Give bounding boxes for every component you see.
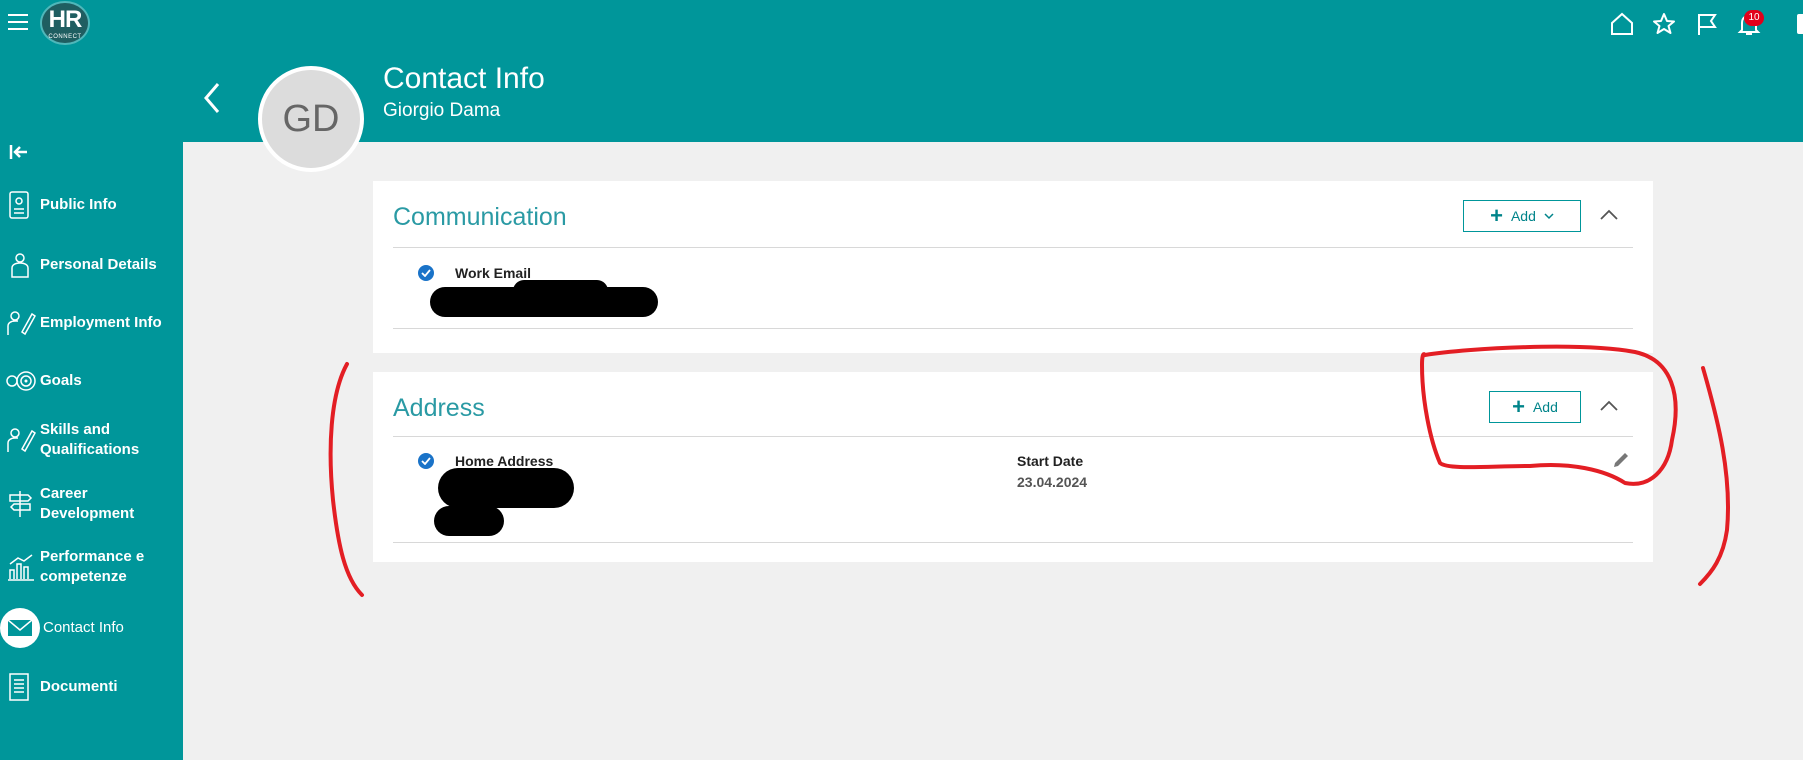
back-icon[interactable] [198,78,228,118]
notification-badge: 10 [1744,10,1764,26]
flag-icon[interactable] [1694,11,1720,37]
home-icon[interactable] [1609,11,1635,37]
sidebar-item-career-development[interactable]: Career Development [0,484,183,524]
document-icon [9,673,29,701]
start-date-label: Start Date [1017,453,1084,469]
start-date-value: 23.04.2024 [1017,474,1088,490]
sidebar-item-documenti[interactable]: Documenti [0,672,183,702]
annotation-left-bracket [328,362,364,597]
plus-icon: + [1490,203,1503,228]
address-title: Address [393,394,485,422]
top-bar: HR CONNECT 10 [0,0,1803,46]
add-button-label: Add [1510,208,1536,224]
sidebar-item-performance[interactable]: Performance e competenze [0,547,183,587]
id-card-icon [9,191,29,219]
sidebar-item-employment-info[interactable]: Employment Info [0,308,183,338]
envelope-icon [7,619,33,636]
annotation-right-bracket [1698,366,1731,586]
sidebar-item-contact-info[interactable]: Contact Info [0,608,183,648]
divider [393,542,1633,543]
active-item-marker [0,608,40,648]
sidebar-item-label: Documenti [40,678,118,695]
redacted-address-line-2 [434,506,504,536]
sidebar-item-label: Contact Info [43,619,124,636]
home-address-label: Home Address [455,453,554,469]
work-email-label: Work Email [455,265,531,281]
address-add-button[interactable]: + Add [1489,391,1581,423]
sidebar-item-goals[interactable]: Goals [0,366,183,396]
sidebar-item-label: Goals [40,372,82,389]
skills-icon [7,428,36,453]
redaction-mark [513,280,608,302]
sidebar-item-label: Performance e competenze [40,548,145,585]
app-logo[interactable]: HR CONNECT [40,1,90,45]
chart-bars-icon [8,554,34,581]
avatar: GD [258,66,364,172]
logo-text: HR [48,6,83,33]
redacted-address-line-1 [438,468,574,508]
menu-icon[interactable] [8,14,28,30]
logo-subtext: CONNECT [48,34,82,40]
communication-card: Communication + Add Work Email [373,181,1653,353]
sidebar-item-skills[interactable]: Skills and Qualifications [0,420,183,460]
sidebar-item-label: Personal Details [40,256,157,273]
edit-icon[interactable] [1611,450,1631,470]
check-icon [418,453,434,469]
sidebar-item-label: Career Development [40,485,135,522]
signpost-icon [9,491,33,517]
communication-title: Communication [393,203,567,231]
sidebar-item-personal-details[interactable]: Personal Details [0,250,183,280]
sidebar-item-public-info[interactable]: Public Info [0,190,183,220]
sidebar-item-label: Employment Info [40,314,162,331]
collapse-communication-icon[interactable] [1598,208,1620,222]
chevron-down-icon [1544,213,1554,220]
add-button-label: Add [1532,399,1558,415]
person-icon [11,253,29,278]
page-title: Contact Info [383,62,545,95]
divider [393,247,1633,248]
divider [393,436,1633,437]
plus-icon: + [1512,394,1525,419]
employment-icon [7,311,36,336]
address-card: Address + Add Home Address Start Date 23… [373,372,1653,562]
employee-name: Giorgio Dama [383,100,501,121]
collapse-sidebar-icon[interactable] [8,142,32,162]
window-edge-marker [1797,14,1803,34]
communication-add-button[interactable]: + Add [1463,200,1581,232]
target-icon [6,371,36,391]
divider [393,328,1633,329]
sidebar-item-label: Skills and Qualifications [40,421,140,458]
star-icon[interactable] [1651,11,1677,37]
collapse-address-icon[interactable] [1598,399,1620,413]
sidebar-item-label: Public Info [40,196,117,213]
check-icon [418,265,434,281]
